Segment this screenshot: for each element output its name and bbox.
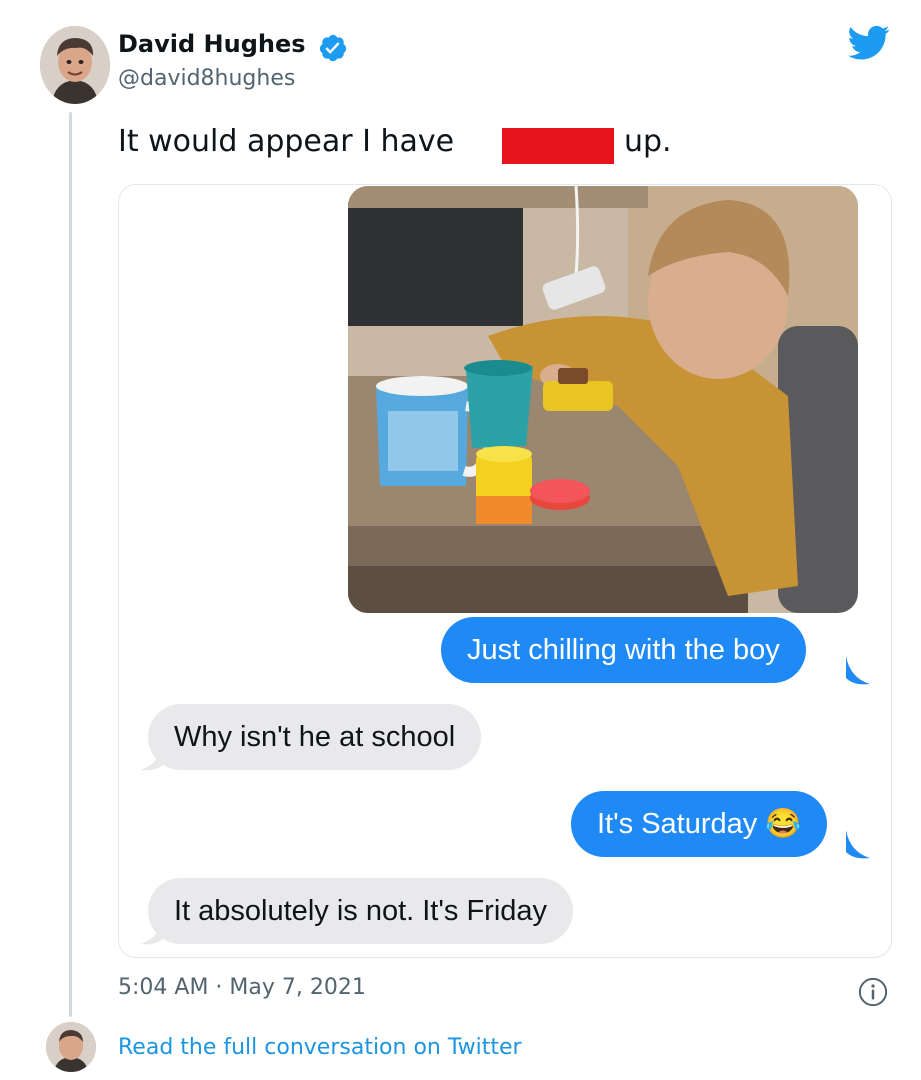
twitter-bird-icon[interactable] [848,25,890,61]
bubble-tail [846,830,870,859]
message-bubble-incoming: It absolutely is not. It's Friday [148,878,574,944]
author-name[interactable]: David Hughes [118,30,306,58]
redaction-bar [502,128,614,164]
bubble-tail [846,656,870,685]
info-icon[interactable] [858,977,888,1007]
tweet-text-end: up. [624,124,672,159]
message-bubble-outgoing: Just chilling with the boy [441,617,806,683]
photo-image[interactable] [348,186,858,613]
message-bubble-outgoing: It's Saturday 😂 [571,791,828,857]
avatar[interactable] [40,26,110,104]
bubble-tail [140,742,164,771]
message-bubble-incoming: Why isn't he at school [148,704,482,770]
verified-badge-icon [319,34,347,62]
thread-line [69,112,72,1017]
tweet-text: It would appear I have [118,124,455,159]
tweet-timestamp[interactable]: 5:04 AM · May 7, 2021 [118,975,366,1000]
read-conversation-link[interactable]: Read the full conversation on Twitter [118,1035,522,1060]
author-handle[interactable]: @david8hughes [118,66,295,91]
bubble-tail [140,916,164,945]
avatar-small[interactable] [46,1022,96,1072]
